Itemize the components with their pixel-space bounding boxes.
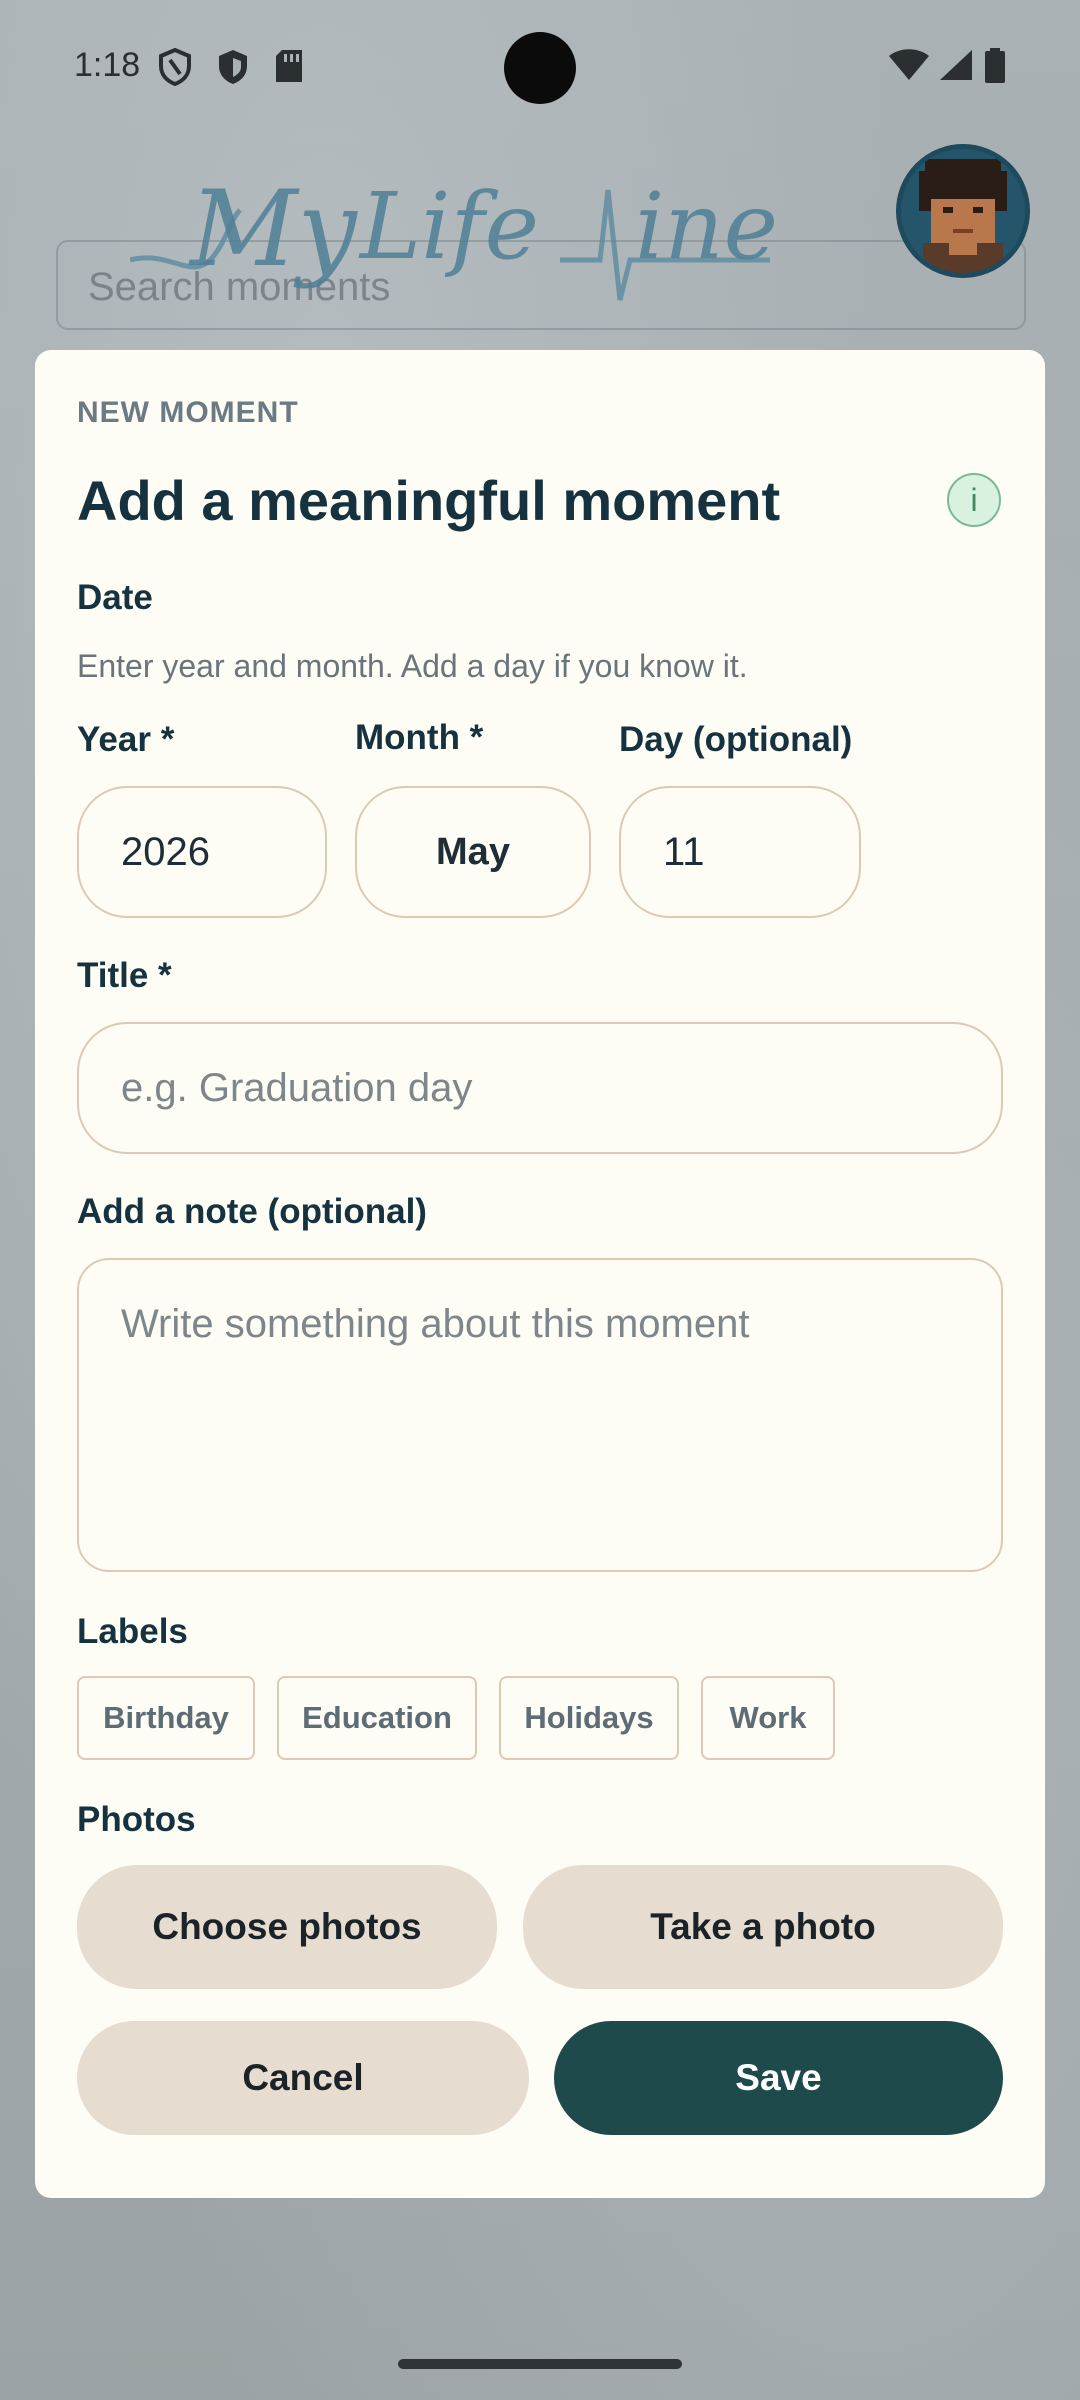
note-textarea[interactable]: Write something about this moment [77, 1258, 1003, 1572]
svg-text:Life: Life [358, 173, 539, 280]
svg-text:ine: ine [635, 173, 778, 280]
sd-card-icon [276, 50, 302, 82]
save-button[interactable]: Save [554, 2021, 1003, 2135]
label-chip-birthday[interactable]: Birthday [77, 1676, 255, 1760]
photos-heading: Photos [77, 1800, 196, 1839]
date-label: Date [77, 578, 153, 617]
wifi-icon [889, 49, 929, 80]
label-chip-holidays[interactable]: Holidays [499, 1676, 679, 1760]
info-icon[interactable]: i [947, 473, 1001, 527]
dialog-eyebrow: NEW MOMENT [77, 396, 299, 429]
take-photo-button[interactable]: Take a photo [523, 1865, 1003, 1989]
avatar-pixel-portrait [901, 149, 1025, 273]
year-field[interactable]: 2026 [77, 786, 327, 918]
profile-avatar[interactable] [896, 144, 1030, 278]
note-label: Add a note (optional) [77, 1192, 427, 1231]
shield-outline-icon [159, 48, 191, 86]
day-field[interactable]: 11 [619, 786, 861, 918]
day-label: Day (optional) [619, 720, 853, 759]
choose-photos-button[interactable]: Choose photos [77, 1865, 497, 1989]
label-chip-education[interactable]: Education [277, 1676, 477, 1760]
dialog-title: Add a meaningful moment [77, 469, 781, 532]
home-indicator[interactable] [398, 2359, 682, 2369]
status-time: 1:18 [74, 46, 141, 84]
year-label: Year * [77, 720, 175, 759]
shield-icon [219, 50, 247, 84]
battery-icon [985, 48, 1005, 83]
label-chip-work[interactable]: Work [701, 1676, 835, 1760]
month-select[interactable]: May [355, 786, 591, 918]
cancel-button[interactable]: Cancel [77, 2021, 529, 2135]
svg-text:My: My [188, 168, 359, 290]
title-input[interactable]: e.g. Graduation day [77, 1022, 1003, 1154]
month-label: Month * [355, 718, 484, 757]
status-bar: 1:18 [0, 0, 1080, 130]
new-moment-dialog: NEW MOMENT Add a meaningful moment i Dat… [35, 350, 1045, 2198]
labels-heading: Labels [77, 1612, 188, 1651]
front-camera-cutout [504, 32, 576, 104]
title-label: Title * [77, 956, 172, 995]
date-hint: Enter year and month. Add a day if you k… [77, 648, 748, 684]
app-logo: My Life ine [130, 168, 778, 301]
signal-icon [940, 50, 972, 80]
